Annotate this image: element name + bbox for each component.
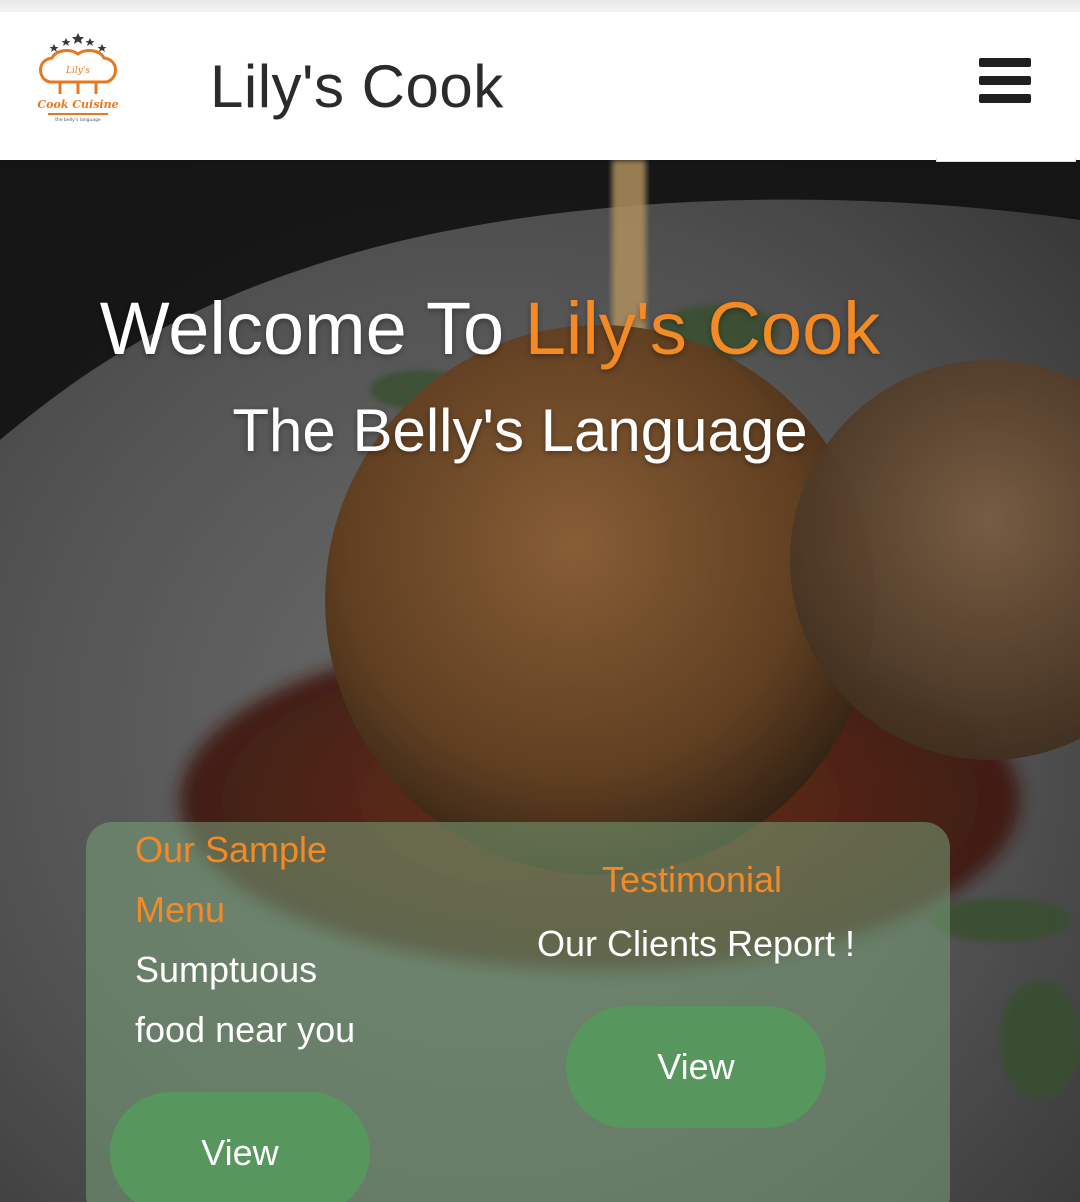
brand-title[interactable]: Lily's Cook	[210, 52, 504, 121]
hero-tagline: The Belly's Language	[232, 397, 808, 464]
testimonial-card-title: Testimonial	[601, 859, 783, 900]
hero-section: Welcome To Lily's Cook The Belly's Langu…	[0, 160, 1080, 1202]
svg-text:the belly's language: the belly's language	[55, 117, 101, 123]
navbar: Lily's Cook Cuisine the belly's language…	[0, 12, 1080, 160]
welcome-heading: Welcome To Lily's Cook	[0, 286, 980, 371]
menu-bar	[979, 94, 1031, 103]
menu-card-text-line2: food near you	[135, 1009, 356, 1050]
testimonial-view-button[interactable]: View	[566, 1006, 826, 1128]
welcome-brand: Lily's Cook	[524, 287, 881, 370]
svg-text:Cook Cuisine: Cook Cuisine	[37, 98, 118, 111]
menu-card-title-line1: Our Sample	[135, 829, 328, 870]
nav-dropdown-edge	[936, 158, 1076, 162]
testimonial-card-text: Our Clients Report !	[536, 923, 856, 964]
feature-cards: Our Sample Menu Sumptuous food near you …	[86, 822, 950, 1202]
menu-bar	[979, 58, 1031, 67]
menu-card-title-line2: Menu	[135, 889, 226, 930]
menu-card-text-line1: Sumptuous	[135, 949, 318, 990]
welcome-prefix: Welcome To	[99, 287, 505, 370]
menu-bar	[979, 76, 1031, 85]
hamburger-menu-icon[interactable]	[972, 58, 1038, 112]
logo[interactable]: Lily's Cook Cuisine the belly's language	[30, 30, 126, 130]
svg-text:Lily's: Lily's	[65, 66, 90, 76]
menu-view-button[interactable]: View	[110, 1092, 370, 1202]
status-strip	[0, 0, 1080, 12]
